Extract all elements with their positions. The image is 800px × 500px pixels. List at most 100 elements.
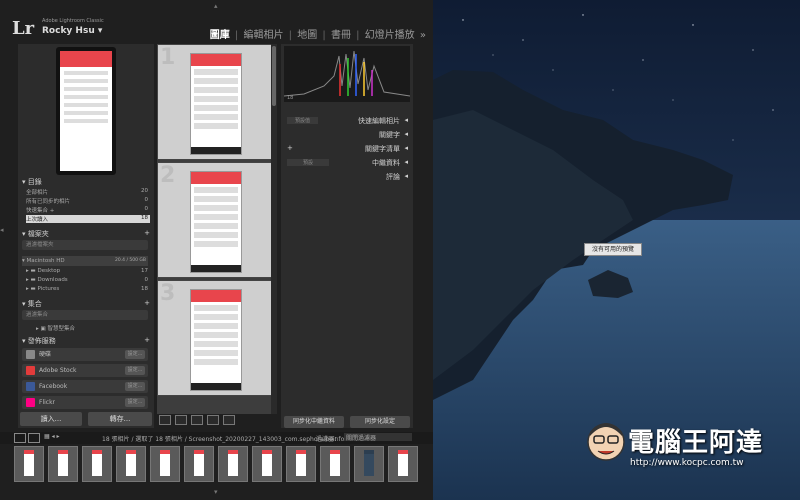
comments-header[interactable]: 評論 ◂ — [284, 172, 410, 182]
thumb-header — [398, 450, 408, 454]
add-collection-icon[interactable]: + — [144, 299, 150, 307]
thumb-header — [126, 450, 136, 454]
filmstrip-info: 18 張相片 / 選取了 18 張相片 / Screenshot_2020022… — [102, 436, 345, 443]
filmstrip-thumbnail[interactable] — [82, 446, 112, 482]
collapse-icon: ◂ — [404, 158, 408, 166]
grid-scroll-thumb[interactable] — [272, 46, 276, 106]
survey-view-icon[interactable] — [207, 415, 219, 425]
add-keyword-icon[interactable]: + — [287, 144, 293, 152]
histogram-graph — [283, 50, 411, 97]
setup-button[interactable]: 設定... — [125, 382, 145, 391]
publish-service-adobe-stock[interactable]: Adobe Stock 設定... — [22, 364, 148, 377]
smart-collection-icon: ▸ ▣ — [36, 326, 46, 332]
folder-item[interactable]: ▸ ▬ Downloads 0 — [26, 277, 150, 285]
photo-thumbnail[interactable] — [190, 171, 242, 273]
filter-select[interactable]: 關閉過濾器 — [344, 433, 412, 442]
folder-item[interactable]: ▸ ▬ Pictures 18 — [26, 286, 150, 294]
adobe-stock-icon — [26, 366, 35, 375]
export-button[interactable]: 轉存... — [88, 412, 152, 426]
filmstrip-thumbnail[interactable] — [184, 446, 214, 482]
folder-item[interactable]: ▸ ▬ Desktop 17 — [26, 268, 150, 276]
setup-button[interactable]: 設定... — [125, 350, 145, 359]
module-develop[interactable]: 編輯相片 — [242, 30, 284, 41]
catalog-header[interactable]: ▾ 目錄 — [22, 177, 152, 187]
filmstrip-thumbnail[interactable] — [252, 446, 282, 482]
keyword-list-header[interactable]: + 關鍵字清單 ◂ — [284, 144, 410, 154]
filmstrip-thumbnail[interactable] — [354, 446, 384, 482]
thumb-header — [24, 450, 34, 454]
folder-icon: ▸ ▬ — [26, 268, 36, 274]
setup-button[interactable]: 設定... — [125, 398, 145, 407]
grid-scrollbar[interactable] — [271, 44, 277, 414]
thumb-header — [330, 450, 340, 454]
filmstrip-thumbnail[interactable] — [286, 446, 316, 482]
keywording-header[interactable]: 關鍵字 ◂ — [284, 130, 410, 140]
filmstrip-thumbnail[interactable] — [320, 446, 350, 482]
people-view-icon[interactable] — [223, 415, 235, 425]
module-map[interactable]: 地圖 — [296, 30, 318, 41]
grid-nav-icon[interactable]: ▦ ◂ ▸ — [44, 433, 60, 440]
grid-cell[interactable]: 3 — [157, 280, 277, 396]
folder-icon: ▸ ▬ — [26, 286, 36, 292]
catalog-item[interactable]: 快速集合 +0 — [26, 206, 150, 214]
catalog-item[interactable]: 全部相片 20 — [26, 188, 150, 196]
module-library[interactable]: 圖庫 — [209, 30, 231, 41]
filmstrip-thumbnail[interactable] — [48, 446, 78, 482]
publish-service-flickr[interactable]: Flickr 設定... — [22, 396, 148, 409]
filmstrip-thumbnail[interactable] — [388, 446, 418, 482]
metadata-header[interactable]: 預設 中繼資料 ◂ — [284, 158, 410, 168]
folder-filter-input[interactable]: 過濾檔案夾 — [22, 240, 148, 250]
collections-header[interactable]: ▾ 集合 + — [22, 299, 152, 309]
loupe-view-icon[interactable] — [175, 415, 187, 425]
add-publish-icon[interactable]: + — [144, 336, 150, 344]
compare-view-icon[interactable] — [191, 415, 203, 425]
filmstrip-toggle-icon[interactable]: ▾ — [214, 488, 224, 498]
top-panel-toggle-icon[interactable]: ▴ — [214, 2, 224, 12]
add-folder-icon[interactable]: + — [144, 229, 150, 237]
window-1-icon[interactable] — [14, 433, 26, 443]
import-button[interactable]: 讀入... — [20, 412, 82, 426]
filmstrip-thumbnail[interactable] — [116, 446, 146, 482]
user-name[interactable]: Rocky Hsu ▾ — [42, 26, 102, 36]
thumb-header — [228, 450, 238, 454]
folders-header[interactable]: ▾ 檔案夾 + — [22, 229, 152, 239]
filmstrip-thumbnail[interactable] — [150, 446, 180, 482]
filmstrip-thumbnail[interactable] — [14, 446, 44, 482]
window-2-icon[interactable] — [28, 433, 40, 443]
filmstrip — [14, 446, 424, 484]
module-slideshow[interactable]: 幻燈片播放 — [364, 30, 416, 41]
filmstrip-bar: ▦ ◂ ▸ 18 張相片 / 選取了 18 張相片 / Screenshot_2… — [0, 432, 433, 444]
metadata-preset-select[interactable]: 預設 — [287, 159, 330, 166]
publish-service-facebook[interactable]: Facebook 設定... — [22, 380, 148, 393]
grid-view-icon[interactable] — [159, 415, 171, 425]
grid-cell[interactable]: 1 — [157, 44, 277, 160]
more-modules[interactable]: » — [419, 30, 427, 41]
mascot-logo — [587, 423, 625, 461]
photo-thumbnail[interactable] — [190, 289, 242, 391]
publish-service-harddisk[interactable]: 硬碟 設定... — [22, 348, 148, 361]
setup-button[interactable]: 設定... — [125, 366, 145, 375]
publish-header[interactable]: ▾ 發佈服務 + — [22, 336, 152, 346]
sync-settings-button[interactable]: 同步化設定 — [350, 416, 410, 428]
module-picker: 圖庫 | 編輯相片 | 地圖 | 書冊 | 幻燈片播放 » — [209, 30, 427, 41]
histogram[interactable]: 18 — [283, 46, 411, 102]
module-book[interactable]: 書冊 — [330, 30, 352, 41]
thumb-header — [92, 450, 102, 454]
catalog-item[interactable]: 所有已同步的相片 0 — [26, 197, 150, 205]
sync-metadata-button[interactable]: 同步化中繼資料 — [284, 416, 344, 428]
volume-row[interactable]: ▾ Macintosh HD 20.4 / 500 GB — [22, 256, 148, 266]
filmstrip-thumbnail[interactable] — [218, 446, 248, 482]
catalog-item-selected[interactable]: 上次讀入 18 — [26, 215, 150, 223]
quick-develop-header[interactable]: 預設值 快速編輯相片 ◂ — [284, 116, 410, 126]
navigator-preview[interactable] — [56, 47, 116, 175]
collection-item[interactable]: ▸ ▣ 智慧型集合 — [36, 324, 154, 332]
thumb-header — [296, 450, 306, 454]
top-bar: Lr Adobe Lightroom Classic Rocky Hsu ▾ 圖… — [8, 14, 433, 44]
grid-cell[interactable]: 2 — [157, 162, 277, 278]
photo-thumbnail[interactable] — [190, 53, 242, 155]
collection-filter-input[interactable]: 過濾集合 — [22, 310, 148, 320]
collapse-icon: ◂ — [404, 144, 408, 152]
left-panel-toggle-icon[interactable]: ◂ — [0, 226, 8, 236]
preset-select[interactable]: 預設值 — [287, 117, 319, 124]
thumb-header — [364, 450, 374, 454]
